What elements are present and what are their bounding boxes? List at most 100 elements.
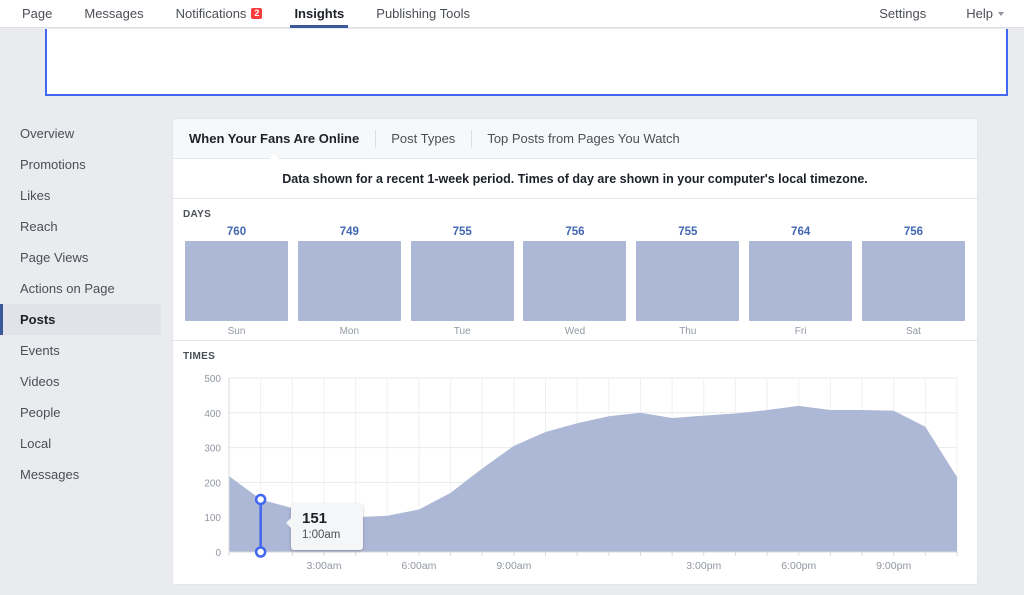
nav-item-help[interactable]: Help [946, 0, 1024, 28]
sidebar-item-videos[interactable]: Videos [0, 366, 161, 397]
times-section-label: TIMES [183, 351, 967, 362]
svg-text:500: 500 [204, 374, 221, 385]
nav-item-help-label: Help [966, 6, 993, 21]
tab-when-your-fans-are-online[interactable]: When Your Fans Are Online [173, 119, 375, 159]
day-column[interactable]: 756 Wed [523, 226, 626, 337]
svg-text:0: 0 [215, 548, 221, 559]
sidebar-item-promotions[interactable]: Promotions [0, 149, 161, 180]
sidebar-item-label: Reach [20, 219, 58, 234]
day-value: 755 [453, 226, 472, 238]
sidebar-item-messages[interactable]: Messages [0, 459, 161, 490]
day-bar [636, 241, 739, 321]
top-nav-left-group: Page Messages Notifications 2 Insights P… [0, 0, 486, 28]
svg-text:3:00am: 3:00am [306, 560, 341, 572]
focused-content-panel [45, 29, 1008, 96]
svg-text:6:00pm: 6:00pm [781, 560, 816, 572]
day-label: Fri [795, 326, 807, 337]
day-column[interactable]: 764 Fri [749, 226, 852, 337]
sidebar-item-label: Messages [20, 467, 79, 482]
chart-tooltip: 151 1:00am [291, 504, 363, 550]
sidebar-item-events[interactable]: Events [0, 335, 161, 366]
sidebar-item-label: Likes [20, 188, 50, 203]
day-label: Tue [454, 326, 471, 337]
svg-text:300: 300 [204, 444, 221, 455]
tab-post-types[interactable]: Post Types [375, 119, 471, 159]
sidebar-item-likes[interactable]: Likes [0, 180, 161, 211]
tab-label: When Your Fans Are Online [189, 131, 359, 146]
sidebar-item-local[interactable]: Local [0, 428, 161, 459]
nav-item-notifications[interactable]: Notifications 2 [160, 0, 279, 28]
day-bar [749, 241, 852, 321]
chevron-down-icon [998, 12, 1004, 16]
sidebar-item-overview[interactable]: Overview [0, 118, 161, 149]
sidebar-item-label: Posts [20, 312, 55, 327]
nav-item-page-label: Page [22, 6, 52, 21]
sidebar-item-people[interactable]: People [0, 397, 161, 428]
top-navigation-bar: Page Messages Notifications 2 Insights P… [0, 0, 1024, 28]
sidebar-item-page-views[interactable]: Page Views [0, 242, 161, 273]
nav-item-messages-label: Messages [84, 6, 143, 21]
sidebar-item-reach[interactable]: Reach [0, 211, 161, 242]
insights-posts-card: When Your Fans Are Online Post Types Top… [172, 118, 978, 585]
times-area-chart[interactable]: 0 100 200 300 400 500 3:00am 6:00am 9:00am 3:00pm… [183, 370, 967, 580]
tab-label: Top Posts from Pages You Watch [487, 131, 679, 146]
day-bar [185, 241, 288, 321]
nav-item-page[interactable]: Page [0, 0, 68, 28]
day-label: Sat [906, 326, 921, 337]
sidebar-item-label: Promotions [20, 157, 86, 172]
tab-top-posts-from-pages-you-watch[interactable]: Top Posts from Pages You Watch [471, 119, 695, 159]
day-value: 760 [227, 226, 246, 238]
day-value: 755 [678, 226, 697, 238]
day-bar [862, 241, 965, 321]
nav-item-insights[interactable]: Insights [278, 0, 360, 28]
day-column[interactable]: 756 Sat [862, 226, 965, 337]
days-bar-chart: 760 Sun 749 Mon 755 Tue 756 Wed 755 [183, 226, 967, 337]
days-section-label: DAYS [183, 209, 967, 220]
sidebar-item-actions-on-page[interactable]: Actions on Page [0, 273, 161, 304]
day-value: 756 [565, 226, 584, 238]
times-section: TIMES 0 100 200 300 400 500 3:00am 6:00am 9:00am… [173, 341, 977, 585]
day-label: Wed [565, 326, 585, 337]
days-section: DAYS 760 Sun 749 Mon 755 Tue 756 Wed [173, 199, 977, 341]
day-label: Thu [679, 326, 696, 337]
day-bar [411, 241, 514, 321]
svg-text:9:00am: 9:00am [496, 560, 531, 572]
day-column[interactable]: 749 Mon [298, 226, 401, 337]
sidebar-item-label: Actions on Page [20, 281, 115, 296]
svg-text:9:00pm: 9:00pm [876, 560, 911, 572]
nav-item-settings[interactable]: Settings [857, 0, 946, 28]
nav-item-insights-label: Insights [294, 6, 344, 21]
sidebar-item-label: Local [20, 436, 51, 451]
notifications-count-badge: 2 [251, 8, 262, 19]
sidebar-item-label: People [20, 405, 60, 420]
chart-subtitle: Data shown for a recent 1-week period. T… [173, 159, 977, 199]
svg-text:6:00am: 6:00am [401, 560, 436, 572]
svg-text:400: 400 [204, 409, 221, 420]
day-value: 749 [340, 226, 359, 238]
day-label: Sun [228, 326, 246, 337]
sidebar-item-label: Page Views [20, 250, 88, 265]
day-bar [523, 241, 626, 321]
svg-text:100: 100 [204, 513, 221, 524]
tab-label: Post Types [391, 131, 455, 146]
tooltip-time: 1:00am [302, 528, 354, 543]
top-nav-right-group: Settings Help [857, 0, 1024, 28]
day-value: 756 [904, 226, 923, 238]
nav-item-messages[interactable]: Messages [68, 0, 159, 28]
insights-sidebar: Overview Promotions Likes Reach Page Vie… [0, 118, 161, 490]
day-column[interactable]: 755 Tue [411, 226, 514, 337]
sidebar-item-label: Videos [20, 374, 60, 389]
nav-item-publishing-tools[interactable]: Publishing Tools [360, 0, 486, 28]
nav-item-publishing-tools-label: Publishing Tools [376, 6, 470, 21]
sidebar-item-label: Overview [20, 126, 74, 141]
day-value: 764 [791, 226, 810, 238]
day-column[interactable]: 755 Thu [636, 226, 739, 337]
tooltip-value: 151 [302, 510, 354, 527]
sidebar-item-posts[interactable]: Posts [0, 304, 161, 335]
day-bar [298, 241, 401, 321]
day-column[interactable]: 760 Sun [185, 226, 288, 337]
sidebar-item-label: Events [20, 343, 60, 358]
svg-text:3:00pm: 3:00pm [686, 560, 721, 572]
svg-text:200: 200 [204, 478, 221, 489]
active-tab-pointer [268, 154, 280, 160]
